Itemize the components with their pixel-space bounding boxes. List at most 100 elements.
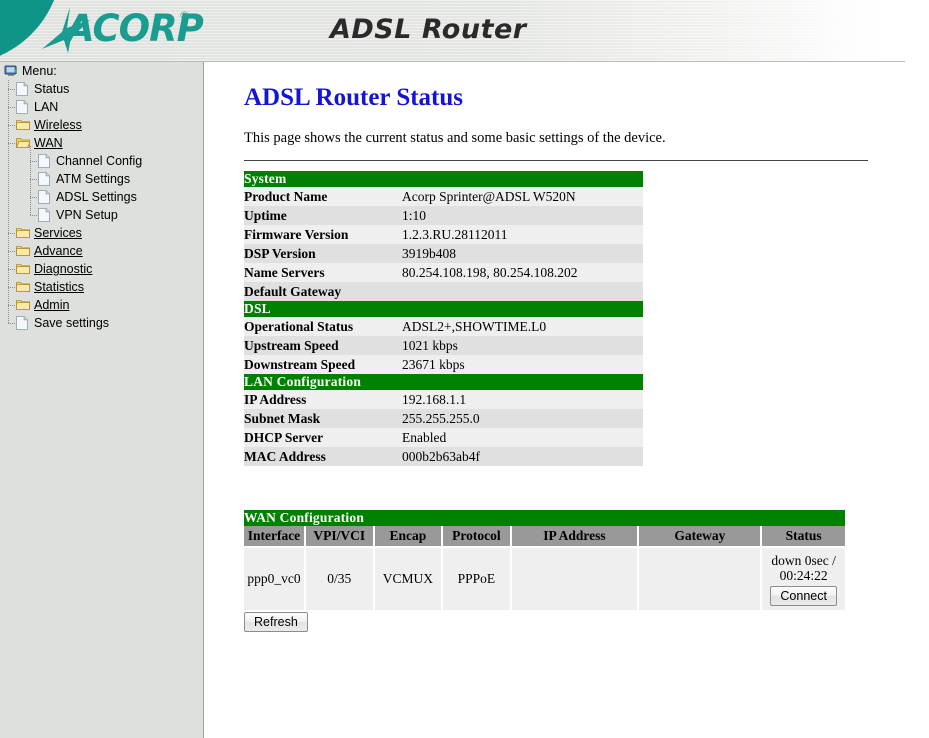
sidebar-item-wireless[interactable]: Wireless <box>0 116 203 134</box>
wan-vpi-vci: 0/35 <box>305 546 375 610</box>
logo-swoosh-inner <box>0 0 20 20</box>
tree-connector <box>8 323 16 324</box>
row-key: DHCP Server <box>244 428 402 447</box>
wan-status-line-2: 00:24:22 <box>779 567 828 583</box>
page-icon <box>16 82 30 96</box>
row-value: ADSL2+,SHOWTIME.L0 <box>402 317 643 336</box>
wan-configuration-table: WAN Configuration Interface VPI/VCI Encap Pr… <box>244 510 845 610</box>
sidebar-item-label: Statistics <box>34 280 85 294</box>
page-title: ADSL Router Status <box>244 84 464 111</box>
table-row: Firmware Version 1.2.3.RU.28112011 <box>244 225 643 244</box>
section-header-row: System <box>244 171 643 187</box>
row-key: Firmware Version <box>244 225 402 244</box>
sidebar-item-diagnostic[interactable]: Diagnostic <box>0 260 203 278</box>
row-key: Default Gateway <box>244 282 402 301</box>
computer-icon <box>4 64 18 78</box>
sidebar-item-label: ATM Settings <box>56 172 131 186</box>
sidebar-item-lan[interactable]: LAN <box>0 98 203 116</box>
sidebar-item-statistics[interactable]: Statistics <box>0 278 203 296</box>
page-icon <box>16 316 30 330</box>
sidebar-item-label: VPN Setup <box>56 208 118 222</box>
wan-column-header: Status <box>762 526 845 546</box>
folder-open-icon <box>16 136 31 150</box>
page-icon <box>38 208 52 222</box>
wan-gateway <box>639 546 763 610</box>
tree-connector <box>8 287 16 288</box>
wan-column-header: Interface <box>244 526 306 546</box>
row-key: IP Address <box>244 390 402 409</box>
row-value: 23671 kbps <box>402 355 643 374</box>
wan-ip-address <box>511 546 640 610</box>
row-key: Downstream Speed <box>244 355 402 374</box>
folder-icon <box>16 118 30 132</box>
row-value: Enabled <box>402 428 643 447</box>
table-row: Operational Status ADSL2+,SHOWTIME.L0 <box>244 317 643 336</box>
wan-section-heading: WAN Configuration <box>244 510 845 526</box>
folder-icon <box>16 280 30 294</box>
sidebar-item-label: Admin <box>34 298 70 312</box>
row-key: Upstream Speed <box>244 336 402 355</box>
row-value: 192.168.1.1 <box>402 390 643 409</box>
wan-section-header-row: WAN Configuration <box>244 510 845 526</box>
tree-connector <box>8 251 16 252</box>
row-value: 80.254.108.198, 80.254.108.202 <box>402 263 643 282</box>
page-description: This page shows the current status and s… <box>244 130 666 146</box>
row-value: 000b2b63ab4f <box>402 447 643 466</box>
wan-encap: VCMUX <box>374 546 444 610</box>
folder-icon <box>16 262 30 276</box>
row-key: DSP Version <box>244 244 402 263</box>
section-header-row: DSL <box>244 301 643 317</box>
tree-connector <box>8 89 16 90</box>
section-heading: LAN Configuration <box>244 374 643 390</box>
row-key: Subnet Mask <box>244 409 402 428</box>
acorp-logo: ACORP ® <box>40 5 205 55</box>
section-heading: System <box>244 171 643 187</box>
sidebar-item-label: Diagnostic <box>34 262 93 276</box>
sidebar-item-status[interactable]: Status <box>0 80 203 98</box>
table-row: Uptime 1:10 <box>244 206 643 225</box>
wan-protocol: PPPoE <box>443 546 512 610</box>
row-value: 1:10 <box>402 206 643 225</box>
table-row: DSP Version 3919b408 <box>244 244 643 263</box>
row-key: Uptime <box>244 206 402 225</box>
sidebar-item-label: Channel Config <box>56 154 143 168</box>
sidebar-item-label: Wireless <box>34 118 82 132</box>
header-banner: ACORP ® ADSL Router <box>0 0 929 62</box>
page-icon <box>38 172 52 186</box>
wan-status: down 0sec /00:24:22 Connect <box>762 546 845 610</box>
folder-icon <box>16 244 30 258</box>
sidebar-item-advance[interactable]: Advance <box>0 242 203 260</box>
folder-icon <box>16 298 30 312</box>
sidebar-item-admin[interactable]: Admin <box>0 296 203 314</box>
page-icon <box>16 100 30 114</box>
row-value: 1.2.3.RU.28112011 <box>402 225 643 244</box>
folder-icon <box>16 226 30 240</box>
status-table: System Product Name Acorp Sprinter@ADSL W5… <box>244 171 643 466</box>
sidebar-item-label: Status <box>34 82 70 96</box>
tree-connector <box>8 107 16 108</box>
sidebar-item-services[interactable]: Services <box>0 224 203 242</box>
wan-column-header: Gateway <box>639 526 763 546</box>
row-value: Acorp Sprinter@ADSL W520N <box>402 187 643 206</box>
row-key: Name Servers <box>244 263 402 282</box>
connect-button[interactable]: Connect <box>770 585 837 606</box>
horizontal-divider <box>244 160 868 161</box>
page-icon <box>38 154 52 168</box>
banner-title: ADSL Router <box>330 14 527 45</box>
table-row: MAC Address 000b2b63ab4f <box>244 447 643 466</box>
sidebar-item-label: Save settings <box>34 316 110 330</box>
section-heading: DSL <box>244 301 643 317</box>
wan-table-row: ppp0_vc0 0/35 VCMUX PPPoE down 0sec /00:24:2… <box>244 546 845 610</box>
sidebar-item-label: LAN <box>34 100 59 114</box>
refresh-button[interactable]: Refresh <box>244 612 308 632</box>
tree-connector <box>30 179 38 180</box>
tree-subtrunk <box>30 146 31 215</box>
table-row: Upstream Speed 1021 kbps <box>244 336 643 355</box>
sidebar-nav: Menu: Status LAN Wireless WAN Channel Config A… <box>0 62 204 738</box>
wan-column-header: Encap <box>374 526 444 546</box>
sidebar-item-label: Advance <box>34 244 83 258</box>
registered-trademark-icon: ® <box>179 9 190 22</box>
row-key: Operational Status <box>244 317 402 336</box>
sidebar-item-save-settings[interactable]: Save settings <box>0 314 203 332</box>
main-content: ADSL Router Status This page shows the c… <box>204 62 929 738</box>
